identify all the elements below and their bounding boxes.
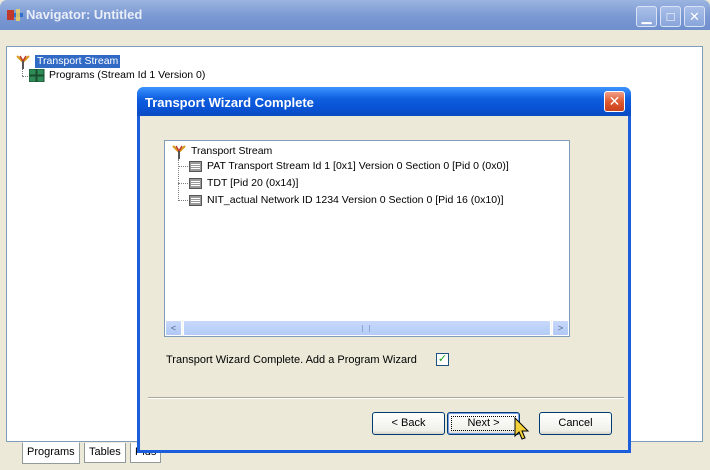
close-icon: ✕ [689, 9, 700, 24]
minimize-button[interactable]: ▁ [636, 6, 657, 27]
tree-node-label: PAT Transport Stream Id 1 [0x1] Version … [207, 160, 509, 172]
minimize-icon: ▁ [641, 9, 652, 24]
focus-rect [451, 416, 516, 431]
antenna-icon [16, 55, 30, 69]
tree-node-label: TDT [Pid 20 (0x14)] [207, 177, 299, 189]
add-program-wizard-checkbox[interactable]: ✓ [436, 353, 449, 366]
dialog-close-button[interactable]: ✕ [604, 91, 625, 112]
next-button[interactable]: Next > [447, 412, 520, 435]
dialog-title-bar[interactable]: Transport Wizard Complete ✕ [137, 87, 631, 116]
tree-node-label: Programs (Stream Id 1 Version 0) [49, 69, 206, 81]
dialog-title: Transport Wizard Complete [145, 95, 314, 110]
scroll-right-button[interactable]: > [552, 320, 569, 336]
cancel-button-label: Cancel [558, 417, 593, 429]
horizontal-scrollbar[interactable]: < > [165, 320, 569, 336]
maximize-icon: □ [666, 9, 675, 24]
tree-node-label: Transport Stream [191, 145, 273, 157]
back-button-label: < Back [391, 417, 426, 429]
tab-programs[interactable]: Programs [22, 442, 80, 464]
table-icon [189, 178, 202, 189]
programs-grid-icon [29, 69, 45, 82]
tab-tables[interactable]: Tables [84, 443, 126, 463]
tree-node-label: Transport Stream [35, 55, 121, 68]
tree-connector [22, 69, 23, 76]
antenna-icon [172, 145, 186, 159]
navigator-app-icon [7, 9, 23, 21]
back-button[interactable]: < Back [372, 412, 445, 435]
tree-node-label: NIT_actual Network ID 1234 Version 0 Sec… [207, 194, 504, 206]
window-title-bar[interactable]: Navigator: Untitled ▁ □ ✕ [0, 0, 710, 30]
mouse-cursor-icon [514, 417, 530, 440]
close-button[interactable]: ✕ [684, 6, 705, 27]
maximize-button[interactable]: □ [660, 6, 681, 27]
tree-connector [178, 200, 188, 201]
table-icon [189, 195, 202, 206]
scrollbar-grip-icon [362, 325, 370, 332]
close-icon: ✕ [608, 93, 621, 109]
window-title: Navigator: Untitled [26, 7, 143, 22]
cancel-button[interactable]: Cancel [539, 412, 612, 435]
scroll-left-button[interactable]: < [165, 320, 182, 336]
tree-connector [178, 166, 188, 167]
wizard-result-tree[interactable]: Transport Stream PAT Transport Stream Id… [164, 140, 570, 337]
transport-wizard-dialog: Transport Wizard Complete ✕ Transport St… [137, 87, 631, 453]
table-icon [189, 161, 202, 172]
add-program-wizard-label: Transport Wizard Complete. Add a Program… [166, 354, 417, 366]
button-separator [148, 397, 624, 399]
tree-connector [178, 183, 188, 184]
scrollbar-thumb[interactable] [183, 320, 551, 336]
